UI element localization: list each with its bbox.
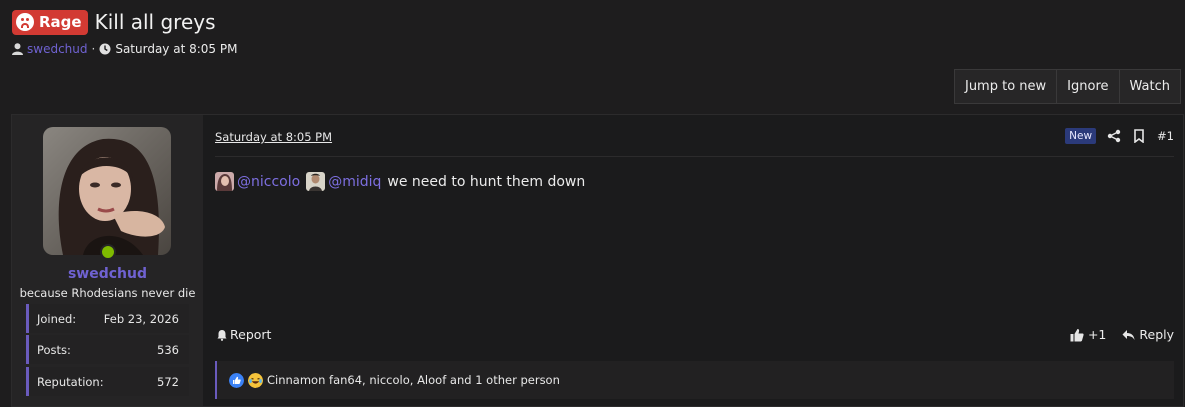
stat-value: 572 [157, 374, 179, 389]
thread-meta: swedchud · Saturday at 8:05 PM [12, 42, 237, 56]
mention-avatar-niccolo [215, 172, 234, 191]
bookmark-icon[interactable] [1132, 129, 1146, 143]
report-button[interactable]: Report [216, 327, 271, 342]
meta-separator: · [91, 42, 96, 56]
mention-midiq[interactable]: @midiq [328, 174, 381, 190]
new-badge: New [1065, 128, 1097, 144]
post-actions-bottom: +1 Reply [1070, 327, 1174, 342]
stat-joined: Joined: Feb 23, 2026 [26, 304, 189, 333]
stat-label: Posts: [37, 342, 71, 357]
stat-label: Reputation: [37, 374, 104, 389]
reply-label: Reply [1139, 327, 1174, 342]
rage-prefix-badge[interactable]: Rage [12, 9, 88, 35]
post-number[interactable]: #1 [1157, 129, 1174, 143]
reactions-text: Cinnamon fan64, niccolo, Aloof and 1 oth… [267, 373, 560, 387]
like-reaction-icon [229, 372, 244, 388]
thread-toolbar: Jump to new Ignore Watch [953, 69, 1181, 104]
reply-button[interactable]: Reply [1122, 327, 1174, 342]
like-count: +1 [1087, 327, 1107, 342]
page-title: Kill all greys [94, 10, 216, 34]
avatar[interactable] [43, 127, 171, 255]
prefix-label: Rage [39, 13, 82, 31]
mention-avatar-midiq [306, 172, 326, 191]
post-author-name[interactable]: swedchud [12, 266, 203, 282]
stat-value: 536 [157, 342, 179, 357]
clock-icon [99, 43, 111, 55]
stat-value: Feb 23, 2026 [103, 311, 179, 326]
post-message: @niccolo @midiq we need to hunt them dow… [215, 172, 585, 191]
share-icon[interactable] [1107, 129, 1121, 143]
user-title: because Rhodesians never die [19, 286, 196, 300]
post-main-cell: Saturday at 8:05 PM New #1 @niccolo @mid… [203, 115, 1183, 406]
thread-date[interactable]: Saturday at 8:05 PM [115, 42, 237, 56]
watch-button[interactable]: Watch [1118, 70, 1180, 103]
thread-author-link[interactable]: swedchud [27, 42, 88, 56]
stat-reputation: Reputation: 572 [26, 367, 189, 396]
online-status-indicator [100, 244, 116, 260]
post-date-link[interactable]: Saturday at 8:05 PM [215, 130, 332, 144]
stat-label: Joined: [37, 311, 77, 326]
thumbs-up-icon [1070, 328, 1084, 341]
report-label: Report [230, 327, 272, 342]
mention-niccolo[interactable]: @niccolo [237, 174, 300, 190]
reactions-bar[interactable]: Cinnamon fan64, niccolo, Aloof and 1 oth… [215, 361, 1174, 399]
post-divider [215, 156, 1174, 157]
like-button[interactable]: +1 [1070, 327, 1106, 342]
bell-icon [217, 329, 227, 341]
sad-face-icon [16, 13, 34, 31]
thread-title-row: Rage Kill all greys [12, 9, 216, 35]
message-text: we need to hunt them down [387, 173, 586, 190]
post-user-cell: swedchud because Rhodesians never die Jo… [12, 115, 203, 406]
post-actions-top: New #1 [1065, 128, 1174, 144]
post: swedchud because Rhodesians never die Jo… [11, 114, 1184, 407]
ignore-button[interactable]: Ignore [1056, 70, 1118, 103]
user-icon [12, 43, 23, 55]
jump-to-new-button[interactable]: Jump to new [955, 70, 1056, 103]
reply-icon [1122, 329, 1135, 340]
laughing-reaction-icon [248, 372, 263, 388]
stat-posts: Posts: 536 [26, 335, 189, 364]
